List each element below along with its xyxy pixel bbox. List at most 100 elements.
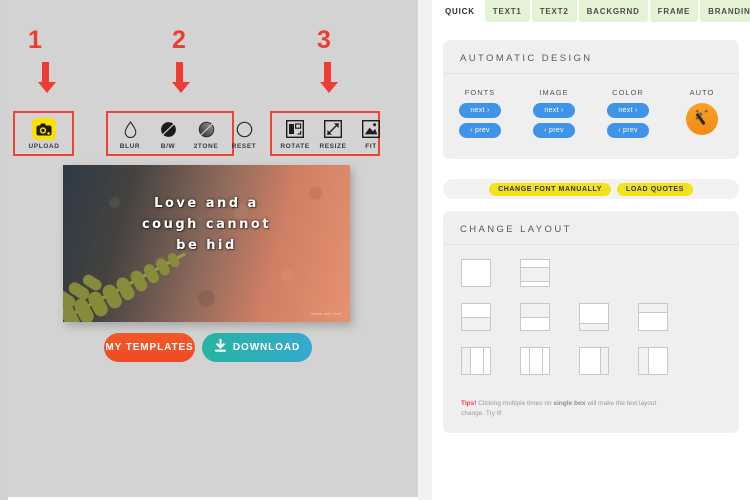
fonts-next-button[interactable]: next › xyxy=(459,103,501,118)
twotone-button[interactable]: 2TONE xyxy=(187,118,225,150)
quote-line-1: Love and a xyxy=(154,196,259,211)
download-icon xyxy=(214,338,227,356)
bw-button[interactable]: B/W xyxy=(149,118,187,150)
fonts-control: FONTS next › ‹ prev xyxy=(443,88,517,143)
my-templates-label: MY TEMPLATES xyxy=(105,342,194,353)
blur-label: BLUR xyxy=(119,143,141,150)
tab-branding-label: BRANDING xyxy=(708,6,750,16)
layout-option-8[interactable] xyxy=(520,347,550,375)
layout-row-2 xyxy=(461,303,739,331)
filter-tools: BLUR B/W 2TONE RESET xyxy=(111,118,263,150)
tab-text2-label: TEXT2 xyxy=(539,6,569,16)
image-control: IMAGE next › ‹ prev xyxy=(517,88,591,143)
tab-frame-label: FRAME xyxy=(657,6,691,16)
camera-icon xyxy=(32,118,56,140)
half-filled-circle-icon xyxy=(160,118,177,140)
layout-option-5[interactable] xyxy=(579,303,609,331)
fit-button[interactable]: FIT xyxy=(352,118,390,150)
my-templates-button[interactable]: MY TEMPLATES xyxy=(104,333,195,362)
transform-tools: ROTATE RESIZE FIT xyxy=(276,118,390,150)
tab-backgrnd[interactable]: BACKGRND xyxy=(578,0,648,22)
color-label: COLOR xyxy=(612,88,644,97)
sidebar-tabs: QUICK TEXT1 TEXT2 BACKGRND FRAME BRANDIN… xyxy=(437,0,750,22)
blur-button[interactable]: BLUR xyxy=(111,118,149,150)
tab-quick[interactable]: QUICK xyxy=(437,0,483,22)
layout-row-3 xyxy=(461,347,739,375)
bw-label: B/W xyxy=(160,143,176,150)
left-edge-strip xyxy=(0,0,8,500)
empty-circle-icon xyxy=(236,118,253,140)
svg-text:✳: ✳ xyxy=(704,109,708,115)
resize-label: RESIZE xyxy=(319,143,347,150)
change-layout-title: CHANGE LAYOUT xyxy=(443,211,739,245)
svg-text:✳: ✳ xyxy=(695,116,699,121)
resize-button[interactable]: RESIZE xyxy=(314,118,352,150)
layout-option-9[interactable] xyxy=(579,347,609,375)
rotate-icon xyxy=(286,118,304,140)
layout-option-2[interactable] xyxy=(520,259,550,287)
layout-option-4[interactable] xyxy=(520,303,550,331)
fit-label: FIT xyxy=(365,143,377,150)
tip-text-1: Clicking multiple times on xyxy=(476,400,554,407)
editor-actions: MY TEMPLATES DOWNLOAD xyxy=(104,333,312,362)
reset-button[interactable]: RESET xyxy=(225,118,263,150)
gradient-circle-icon xyxy=(198,118,215,140)
tip-prefix: Tips! xyxy=(461,400,477,407)
tools-sidebar: QUICK TEXT1 TEXT2 BACKGRND FRAME BRANDIN… xyxy=(432,0,750,500)
load-quotes-button[interactable]: LOAD QUOTES xyxy=(616,182,693,196)
layout-option-6[interactable] xyxy=(638,303,668,331)
auto-generate-button[interactable]: ✳ ✳ ✳ xyxy=(686,103,718,135)
annotation-number-2: 2 xyxy=(172,26,186,54)
quote-line-2: cough cannot xyxy=(141,217,272,233)
image-next-button[interactable]: next › xyxy=(533,103,575,118)
annotation-arrow-2 xyxy=(172,62,190,93)
tab-backgrnd-label: BACKGRND xyxy=(586,6,640,16)
water-drop-icon xyxy=(124,118,137,140)
annotation-arrow-3 xyxy=(320,62,338,93)
tab-quick-label: QUICK xyxy=(445,6,475,16)
layout-options xyxy=(443,245,739,397)
color-control: COLOR next › ‹ prev xyxy=(591,88,665,143)
tab-frame[interactable]: FRAME xyxy=(649,0,699,22)
svg-text:✳: ✳ xyxy=(695,109,699,115)
layout-option-7[interactable] xyxy=(461,347,491,375)
upload-label: UPLOAD xyxy=(28,143,60,150)
tab-text2[interactable]: TEXT2 xyxy=(531,0,577,22)
rotate-label: ROTATE xyxy=(280,143,310,150)
automatic-design-card: AUTOMATIC DESIGN FONTS next › ‹ prev IMA… xyxy=(443,40,739,159)
image-label: IMAGE xyxy=(539,88,569,97)
design-preview[interactable]: Love and a cough cannot be hid Made with… xyxy=(63,165,350,322)
tip-emphasis: single box xyxy=(553,400,586,407)
download-button[interactable]: DOWNLOAD xyxy=(202,333,312,362)
magic-wand-icon: ✳ ✳ ✳ xyxy=(692,107,712,132)
quote-line-3: be hid xyxy=(176,238,237,254)
tab-branding[interactable]: BRANDING xyxy=(700,0,750,22)
change-layout-card: CHANGE LAYOUT Tips! Clicking multiple ti… xyxy=(443,211,739,434)
download-label: DOWNLOAD xyxy=(232,342,301,353)
upload-button[interactable]: UPLOAD xyxy=(22,118,66,150)
upload-tool-group: UPLOAD xyxy=(22,118,66,150)
watermark: Made with love xyxy=(311,311,342,316)
quote-text[interactable]: Love and a cough cannot be hid xyxy=(63,193,350,256)
auto-label: AUTO xyxy=(689,88,715,97)
annotation-number-1: 1 xyxy=(28,26,42,54)
rotate-button[interactable]: ROTATE xyxy=(276,118,314,150)
layout-option-1[interactable] xyxy=(461,259,491,287)
annotation-number-3: 3 xyxy=(317,26,331,54)
quick-actions-bar: CHANGE FONT MANUALLY LOAD QUOTES xyxy=(443,179,739,199)
twotone-label: 2TONE xyxy=(193,143,219,150)
tab-text1[interactable]: TEXT1 xyxy=(484,0,530,22)
automatic-design-title: AUTOMATIC DESIGN xyxy=(443,40,739,74)
image-prev-button[interactable]: ‹ prev xyxy=(533,123,575,138)
color-next-button[interactable]: next › xyxy=(607,103,649,118)
color-prev-button[interactable]: ‹ prev xyxy=(607,123,649,138)
layout-option-10[interactable] xyxy=(638,347,668,375)
panel-divider xyxy=(418,0,432,500)
tab-text1-label: TEXT1 xyxy=(492,6,522,16)
change-font-manually-button[interactable]: CHANGE FONT MANUALLY xyxy=(489,182,611,196)
layout-option-3[interactable] xyxy=(461,303,491,331)
layout-tip: Tips! Clicking multiple times on single … xyxy=(443,397,673,433)
fonts-prev-button[interactable]: ‹ prev xyxy=(459,123,501,138)
annotation-arrow-1 xyxy=(38,62,56,93)
fonts-label: FONTS xyxy=(464,88,496,97)
